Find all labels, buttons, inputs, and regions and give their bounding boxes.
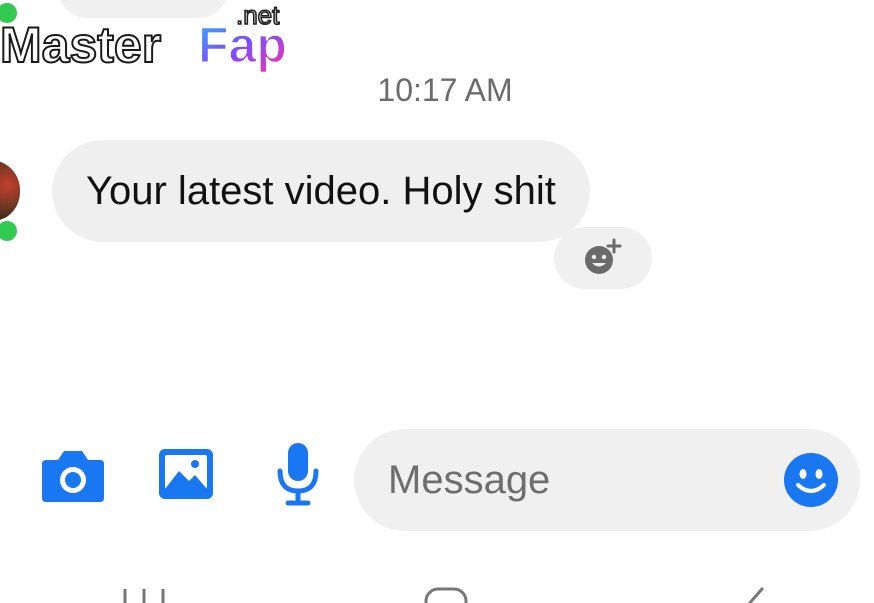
message-timestamp: 10:17 AM — [377, 72, 513, 108]
home-icon[interactable] — [424, 585, 468, 603]
messenger-screen: .net Master Fap 10:17 AM Your latest vid… — [0, 0, 874, 603]
message-input[interactable] — [388, 429, 768, 531]
camera-button[interactable] — [40, 446, 106, 504]
image-icon — [159, 449, 213, 499]
add-reaction-icon — [585, 238, 622, 274]
gallery-button[interactable] — [156, 446, 216, 502]
recent-apps-icon[interactable] — [122, 585, 168, 603]
svg-text:Fap: Fap — [198, 17, 287, 73]
voice-message-button[interactable] — [270, 440, 326, 508]
emoji-icon[interactable] — [782, 451, 840, 509]
message-bubble[interactable]: Your latest video. Holy shit — [52, 140, 590, 242]
message-composer[interactable] — [354, 429, 860, 531]
svg-text:Master: Master — [0, 17, 161, 73]
add-reaction-button[interactable] — [554, 227, 652, 289]
back-icon[interactable] — [740, 585, 770, 603]
message-text: Your latest video. Holy shit — [86, 168, 556, 213]
microphone-icon — [277, 443, 319, 506]
camera-icon — [42, 451, 104, 502]
watermark-logo: .net Master Fap — [0, 0, 288, 74]
contact-avatar[interactable] — [0, 160, 20, 222]
presence-indicator — [0, 218, 20, 244]
